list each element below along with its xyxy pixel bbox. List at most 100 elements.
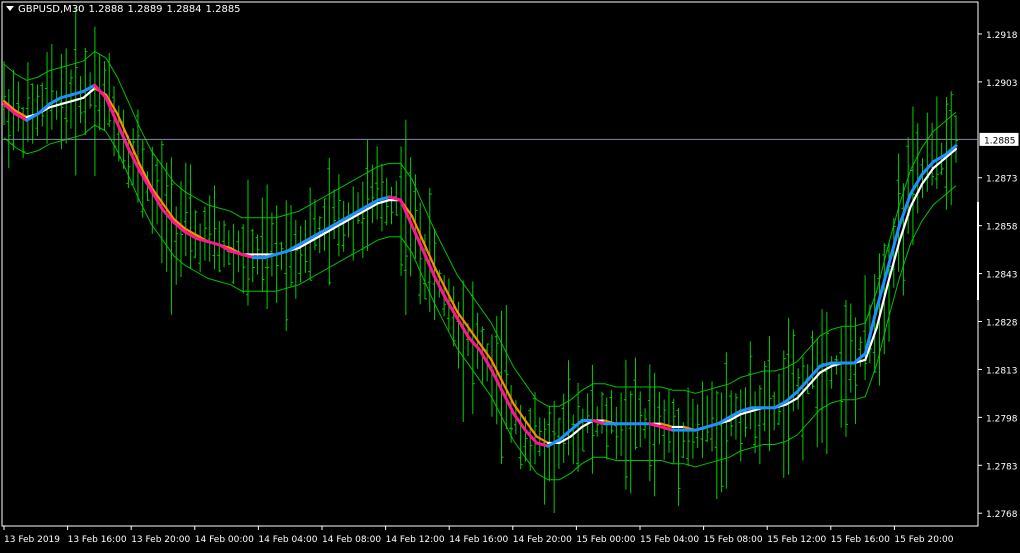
price-bar (772, 391, 777, 431)
price-bar (418, 202, 423, 305)
x-tick-label: 14 Feb 16:00 (449, 535, 508, 545)
price-bar (719, 392, 724, 493)
price-bar (757, 385, 762, 465)
x-tick-label: 15 Feb 12:00 (767, 535, 826, 545)
y-tick-label: 1.2768 (986, 510, 1018, 520)
price-bar (915, 123, 920, 214)
price-bar (753, 391, 758, 454)
price-bar (633, 357, 638, 450)
x-tick-label: 15 Feb 08:00 (704, 535, 763, 545)
price-bar (341, 200, 346, 252)
low-value: 1.2884 (166, 4, 202, 15)
dropdown-triangle-icon[interactable] (6, 6, 14, 11)
price-bar (695, 404, 700, 449)
price-chart[interactable]: 1.2885 1.2918 1.2903 1.2873 1.2858 1.2843 1.28… (0, 0, 1020, 549)
price-bar (245, 179, 250, 306)
price-bar (820, 309, 825, 443)
price-bar (666, 389, 671, 453)
price-bar (604, 397, 609, 460)
price-bar (265, 184, 270, 310)
x-tick-label: 15 Feb 04:00 (640, 535, 699, 545)
price-bar (35, 84, 40, 137)
price-bar (25, 62, 30, 142)
y-tick-label: 1.2798 (986, 414, 1018, 424)
price-bar (470, 281, 475, 414)
price-bar (824, 312, 829, 455)
price-bar (356, 192, 361, 224)
price-bar (781, 350, 786, 478)
y-tick-label: 1.2828 (986, 319, 1018, 329)
fast-ma-segment (70, 89, 85, 97)
price-bar (843, 300, 848, 437)
price-bar (92, 26, 97, 177)
price-bar (303, 219, 308, 273)
price-bar (585, 393, 590, 433)
fast-ma-segment (693, 425, 709, 432)
price-bar (212, 185, 217, 270)
price-bar (289, 205, 294, 287)
x-tick-label: 15 Feb 00:00 (576, 535, 635, 545)
price-bar (705, 395, 710, 442)
price-bar (638, 391, 643, 448)
fast-ma-segment (909, 173, 924, 196)
price-bar (714, 390, 719, 500)
price-bar (107, 52, 112, 127)
price-bar (657, 391, 662, 445)
price-bar (748, 341, 753, 430)
scale-scroll-marker[interactable] (977, 202, 979, 300)
x-tick-label: 14 Feb 08:00 (322, 535, 381, 545)
price-bar (710, 381, 715, 452)
slow-ma-segment (59, 99, 74, 106)
price-bar (260, 197, 265, 292)
y-tick-label: 1.2918 (986, 31, 1018, 41)
price-bar (370, 164, 375, 224)
fast-ma-segment (274, 249, 289, 256)
fast-ma-segment (47, 96, 63, 106)
x-tick-label: 15 Feb 16:00 (831, 535, 890, 545)
price-bar (174, 206, 179, 285)
price-bar (322, 198, 327, 251)
price-bar (930, 122, 935, 186)
y-tick-label: 1.2813 (986, 366, 1018, 376)
price-bar (298, 225, 303, 283)
fast-ma-segment (467, 335, 482, 352)
price-bar (910, 106, 915, 246)
price-bar (365, 139, 370, 252)
price-bar (40, 82, 45, 127)
price-bar (767, 336, 772, 452)
open-value: 1.2888 (88, 4, 124, 15)
price-bar (269, 212, 274, 277)
price-bar (566, 360, 571, 456)
price-bar (580, 408, 585, 452)
chart-area[interactable]: 1.2885 1.2918 1.2903 1.2873 1.2858 1.2843 1.28… (0, 0, 1020, 549)
symbol-label: GBPUSD,M30 (18, 4, 85, 15)
price-bar (241, 224, 246, 294)
y-tick-label: 1.2843 (986, 271, 1018, 281)
price-bar (552, 400, 557, 513)
price-bar (202, 206, 207, 261)
price-bar (308, 187, 313, 281)
x-tick-label: 13 Feb 2019 (4, 535, 60, 545)
y-tick-label: 1.2783 (986, 462, 1018, 472)
x-tick-label: 14 Feb 00:00 (195, 535, 254, 545)
price-bar (375, 146, 380, 220)
price-bar (901, 183, 906, 296)
price-bar (198, 223, 203, 273)
price-bar (829, 356, 834, 389)
price-bar (427, 187, 432, 313)
price-bar (676, 407, 681, 506)
current-price-label: 1.2885 (984, 136, 1016, 146)
price-bar (934, 96, 939, 189)
price-bar (461, 280, 466, 423)
price-bar (360, 181, 365, 258)
price-bar (68, 69, 73, 129)
price-bar (762, 360, 767, 432)
x-tick-label: 14 Feb 12:00 (386, 535, 445, 545)
price-bar (351, 186, 356, 261)
price-bar (533, 392, 538, 465)
price-bar (542, 418, 547, 505)
price-bar (45, 52, 50, 144)
price-bar (628, 391, 633, 494)
y-tick-label: 1.2873 (986, 175, 1018, 185)
fast-ma-segment (705, 422, 720, 429)
